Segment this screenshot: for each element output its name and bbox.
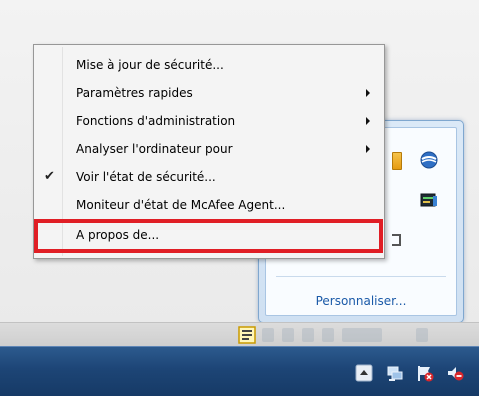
- faded-icon: [302, 328, 314, 342]
- submenu-arrow-icon: [366, 145, 370, 153]
- menu-item-security-update[interactable]: Mise à jour de sécurité...: [36, 53, 382, 77]
- globe-icon[interactable]: [420, 151, 438, 169]
- menu-item-view-security-status[interactable]: ✔ Voir l'état de sécurité...: [36, 165, 382, 189]
- monitor-icon[interactable]: [420, 192, 438, 210]
- notification-strip: [0, 322, 479, 346]
- menu-item-agent-status-monitor[interactable]: Moniteur d'état de McAfee Agent...: [36, 193, 382, 217]
- menu-item-admin-functions[interactable]: Fonctions d'administration: [36, 109, 382, 133]
- menu-item-quick-settings[interactable]: Paramètres rapides: [36, 81, 382, 105]
- faded-icon: [416, 328, 428, 342]
- submenu-arrow-icon: [366, 117, 370, 125]
- menu-item-label: Fonctions d'administration: [76, 114, 236, 128]
- checkmark-icon: ✔: [44, 169, 55, 184]
- partial-icon[interactable]: [392, 232, 402, 246]
- menu-item-label: A propos de...: [76, 228, 160, 242]
- mcafee-tray-icon[interactable]: [238, 326, 256, 344]
- submenu-arrow-icon: [366, 89, 370, 97]
- faded-icon: [322, 328, 334, 342]
- flyout-divider: [276, 276, 446, 277]
- menu-item-about[interactable]: A propos de...: [36, 223, 382, 247]
- faded-icon: [342, 328, 382, 342]
- network-icon[interactable]: [386, 364, 404, 382]
- menu-item-label: Paramètres rapides: [76, 86, 193, 100]
- faded-icon: [262, 328, 274, 342]
- menu-item-label: Mise à jour de sécurité...: [76, 58, 224, 72]
- volume-muted-icon[interactable]: [446, 364, 464, 382]
- menu-item-label: Analyser l'ordinateur pour: [76, 142, 233, 156]
- action-center-flag-icon[interactable]: [416, 364, 434, 382]
- menu-item-label: Voir l'état de sécurité...: [76, 170, 216, 184]
- customize-link[interactable]: Personnaliser...: [266, 294, 456, 308]
- show-hidden-icons-icon[interactable]: [355, 364, 373, 382]
- menu-item-label: Moniteur d'état de McAfee Agent...: [76, 198, 286, 212]
- faded-icon: [282, 328, 294, 342]
- taskbar: [0, 346, 479, 396]
- yellow-app-icon[interactable]: [392, 152, 402, 170]
- menu-item-scan-computer[interactable]: Analyser l'ordinateur pour: [36, 137, 382, 161]
- context-menu: Mise à jour de sécurité... Paramètres ra…: [33, 44, 385, 259]
